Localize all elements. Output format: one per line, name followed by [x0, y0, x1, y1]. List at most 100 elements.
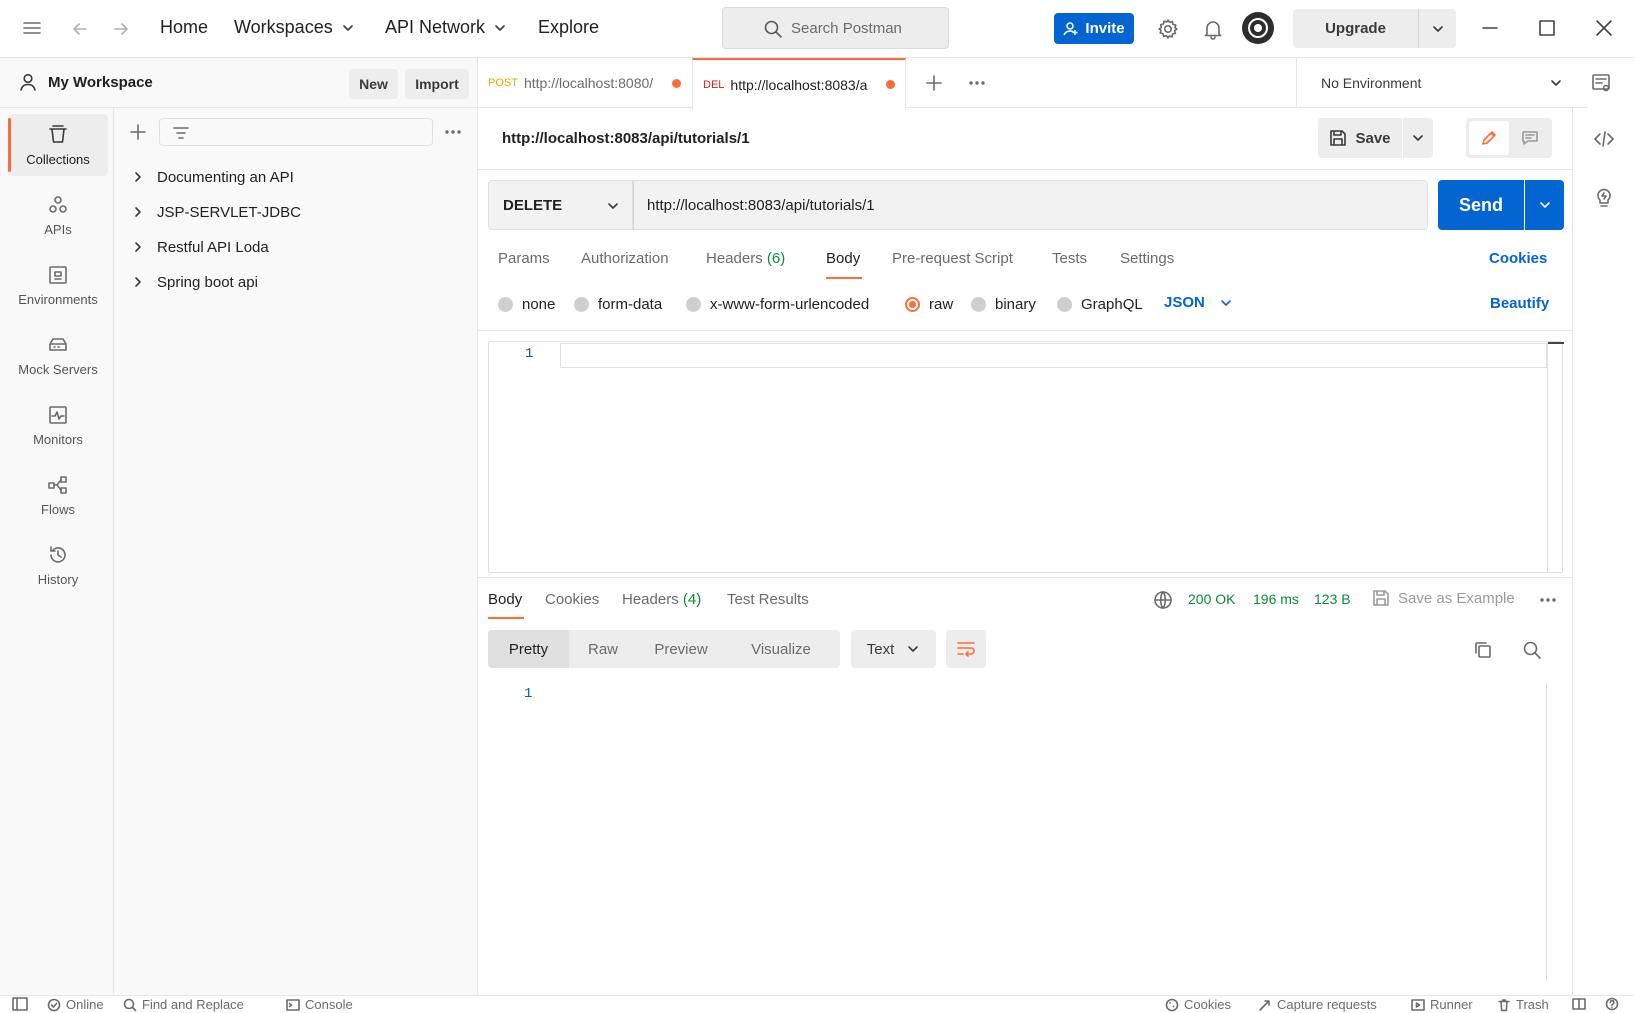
tab-body[interactable]: Body [826, 250, 860, 267]
copy-icon[interactable] [1473, 640, 1493, 660]
add-collection-icon[interactable] [129, 123, 147, 141]
response-status[interactable]: 200 OK [1188, 591, 1235, 607]
response-tab-test-results[interactable]: Test Results [727, 591, 809, 608]
nav-explore[interactable]: Explore [538, 17, 599, 38]
request-body-editor[interactable]: 1 [488, 341, 1564, 573]
save-dropdown[interactable] [1403, 118, 1433, 158]
menu-icon[interactable] [22, 19, 42, 37]
search-input[interactable]: Search Postman [722, 7, 949, 49]
tab-delete-request[interactable]: DEL http://localhost:8083/a [692, 58, 906, 109]
footer-cookies-button[interactable]: Cookies [1165, 997, 1231, 1012]
runner-button[interactable]: Runner [1411, 997, 1473, 1012]
tab-headers[interactable]: Headers (6) [706, 250, 785, 267]
tab-params[interactable]: Params [498, 250, 550, 267]
response-tab-body[interactable]: Body [488, 591, 522, 608]
body-type-graphql[interactable]: GraphQL [1057, 296, 1143, 313]
view-raw[interactable]: Raw [569, 630, 637, 668]
body-type-binary[interactable]: binary [971, 296, 1036, 313]
radio-button[interactable] [498, 297, 513, 312]
body-format-select[interactable]: JSON [1164, 294, 1233, 311]
radio-button-selected[interactable] [905, 297, 920, 312]
edit-mode-button[interactable] [1469, 121, 1509, 155]
lightbulb-icon[interactable] [1594, 186, 1614, 208]
new-button[interactable]: New [349, 69, 398, 99]
response-tab-headers[interactable]: Headers (4) [622, 591, 701, 608]
two-pane-icon[interactable] [1572, 997, 1586, 1011]
response-size[interactable]: 123 B [1314, 591, 1351, 607]
tabs-more-icon[interactable] [967, 73, 987, 93]
environment-select[interactable]: No Environment [1296, 58, 1588, 108]
environment-quick-look-icon[interactable] [1590, 72, 1612, 94]
radio-button[interactable] [1057, 297, 1072, 312]
beautify-link[interactable]: Beautify [1490, 295, 1549, 312]
filter-input[interactable] [159, 118, 433, 146]
nav-workspaces[interactable]: Workspaces [234, 17, 355, 38]
online-status[interactable]: Online [47, 997, 104, 1012]
response-tab-cookies[interactable]: Cookies [545, 591, 599, 608]
code-icon[interactable] [1593, 128, 1615, 150]
nav-environments[interactable]: Environments [8, 254, 108, 316]
nav-flows[interactable]: Flows [8, 464, 108, 526]
help-icon[interactable] [1605, 997, 1619, 1011]
minimize-icon[interactable] [1480, 18, 1500, 38]
comment-mode-button[interactable] [1511, 121, 1549, 155]
radio-button[interactable] [574, 297, 589, 312]
more-options-icon[interactable] [443, 123, 463, 141]
tab-authorization[interactable]: Authorization [581, 250, 669, 267]
search-icon[interactable] [1522, 640, 1542, 660]
body-type-none[interactable]: none [498, 296, 555, 313]
cookies-link[interactable]: Cookies [1489, 250, 1547, 267]
nav-mock-servers[interactable]: Mock Servers [8, 324, 108, 386]
find-replace-button[interactable]: Find and Replace [123, 997, 244, 1012]
import-button[interactable]: Import [405, 69, 469, 99]
nav-apis[interactable]: APIs [8, 184, 108, 246]
invite-button[interactable]: Invite [1054, 13, 1134, 44]
avatar[interactable] [1242, 12, 1274, 44]
upgrade-dropdown[interactable] [1418, 9, 1456, 48]
nav-collections[interactable]: Collections [8, 114, 108, 176]
save-as-example-button[interactable]: Save as Example [1372, 589, 1515, 607]
response-scrollbar[interactable] [1546, 683, 1562, 981]
response-time[interactable]: 196 ms [1253, 591, 1299, 607]
radio-button[interactable] [971, 297, 986, 312]
radio-button[interactable] [686, 297, 701, 312]
notification-bell-icon[interactable] [1202, 18, 1224, 40]
console-button[interactable]: Console [286, 997, 353, 1012]
collection-item[interactable]: Restful API Loda [132, 235, 269, 259]
filter-icon[interactable] [172, 124, 190, 142]
nav-monitors[interactable]: Monitors [8, 394, 108, 456]
nav-home[interactable]: Home [160, 17, 208, 38]
nav-api-network[interactable]: API Network [385, 17, 507, 38]
collection-item[interactable]: Spring boot api [132, 270, 258, 294]
tab-pre-request-script[interactable]: Pre-request Script [892, 250, 1013, 267]
editor-active-line[interactable] [560, 343, 1547, 368]
view-visualize[interactable]: Visualize [725, 630, 837, 668]
save-button[interactable]: Save [1318, 118, 1402, 158]
trash-button[interactable]: Trash [1497, 997, 1549, 1012]
close-window-icon[interactable] [1594, 18, 1614, 38]
tab-post-request[interactable]: POST http://localhost:8080/ [478, 58, 692, 108]
response-more-icon[interactable] [1538, 590, 1558, 610]
tab-settings[interactable]: Settings [1120, 250, 1174, 267]
nav-history[interactable]: History [8, 534, 108, 596]
url-input[interactable]: http://localhost:8083/api/tutorials/1 [633, 180, 1428, 230]
upgrade-button[interactable]: Upgrade [1293, 9, 1418, 48]
response-format-select[interactable]: Text [851, 630, 936, 668]
back-arrow-icon[interactable] [70, 19, 90, 39]
request-title[interactable]: http://localhost:8083/api/tutorials/1 [502, 130, 750, 147]
collection-item[interactable]: Documenting an API [132, 165, 294, 189]
method-select[interactable]: DELETE [488, 180, 633, 230]
forward-arrow-icon[interactable] [111, 19, 131, 39]
editor-scrollbar[interactable] [1547, 342, 1564, 572]
body-type-form-data[interactable]: form-data [574, 296, 662, 313]
wrap-lines-button[interactable] [946, 630, 986, 668]
collection-item[interactable]: JSP-SERVLET-JDBC [132, 200, 301, 224]
send-dropdown[interactable] [1525, 180, 1564, 230]
globe-icon[interactable] [1153, 590, 1173, 610]
send-button[interactable]: Send [1438, 180, 1524, 230]
view-pretty[interactable]: Pretty [488, 630, 569, 668]
body-type-raw[interactable]: raw [905, 296, 953, 313]
maximize-icon[interactable] [1537, 18, 1557, 38]
new-tab-icon[interactable] [924, 73, 944, 93]
view-preview[interactable]: Preview [637, 630, 725, 668]
